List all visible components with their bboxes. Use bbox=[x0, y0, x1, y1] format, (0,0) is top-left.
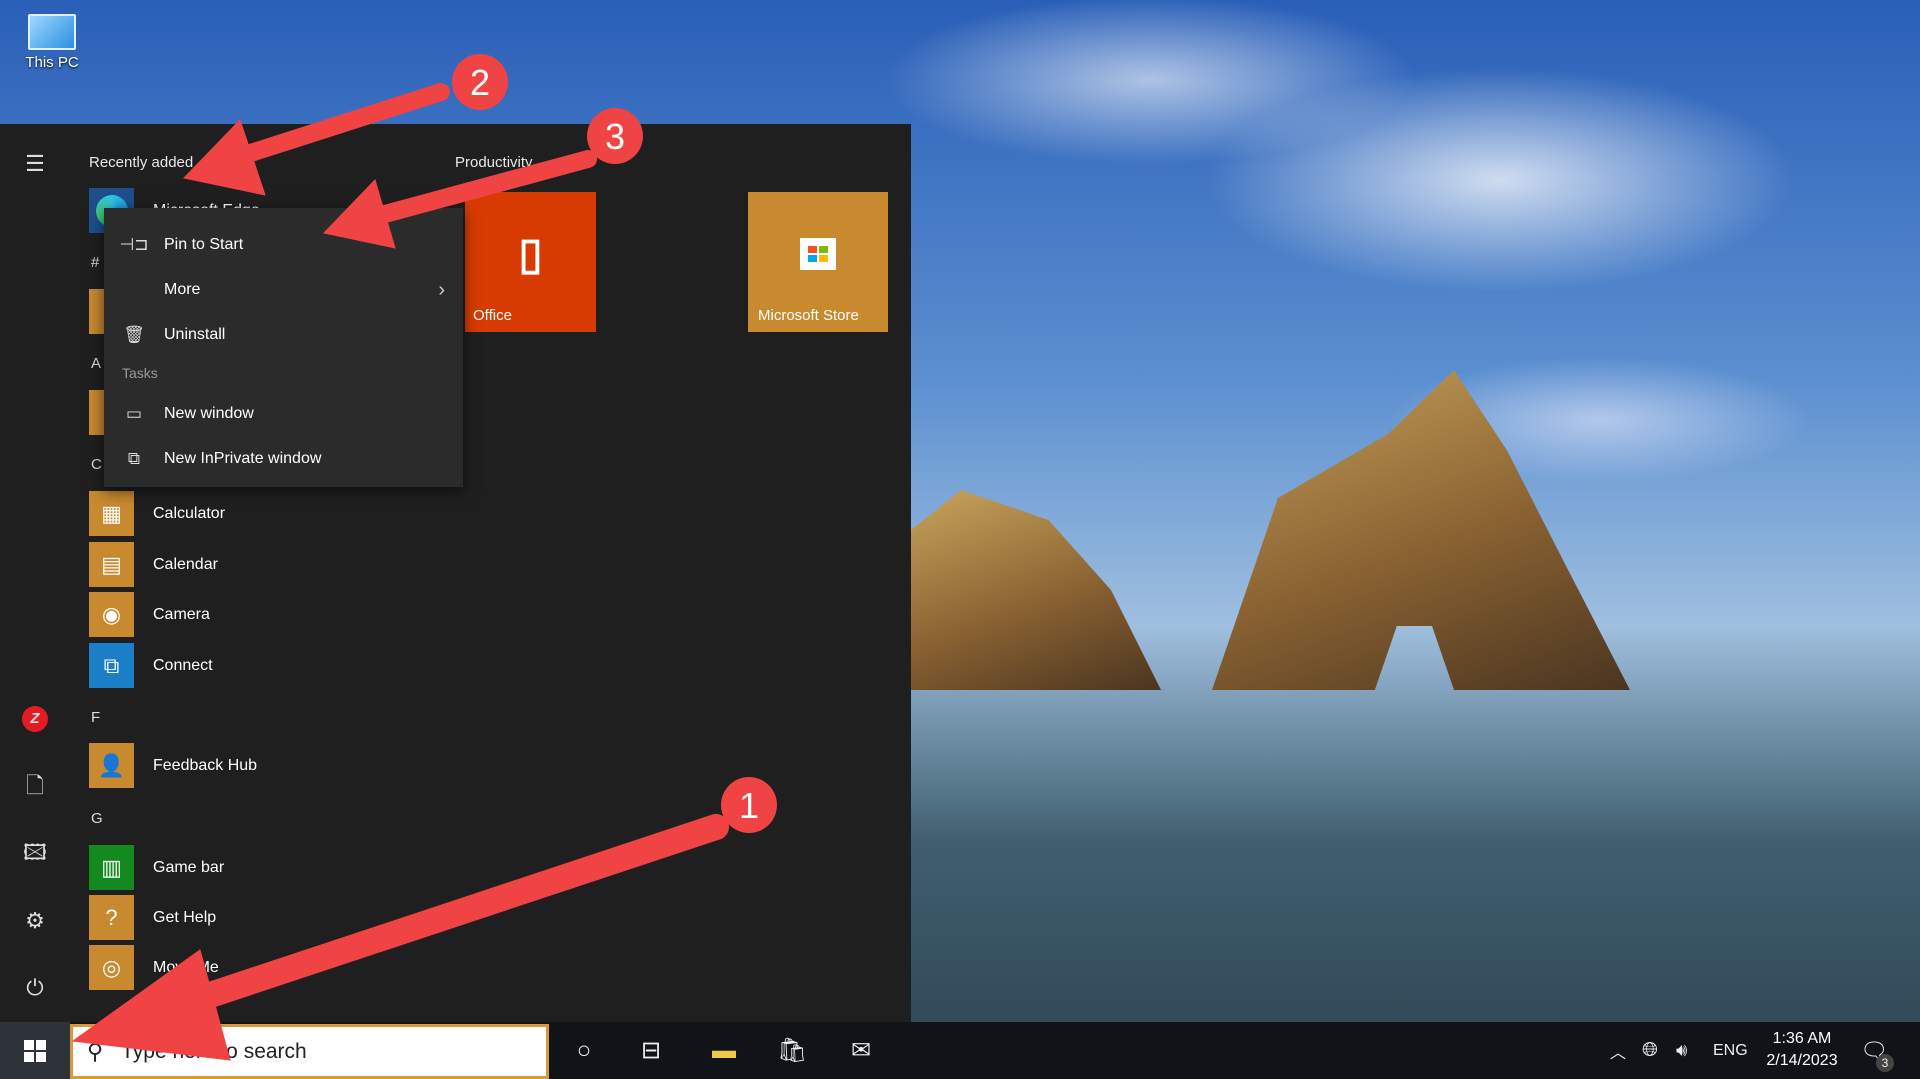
chevron-right-icon: › bbox=[438, 278, 445, 301]
network-globe-icon[interactable]: 🌐︎ bbox=[1642, 1022, 1658, 1079]
app-label: Game bar bbox=[153, 858, 225, 876]
desktop-icon-this-pc[interactable]: This PC bbox=[20, 14, 84, 71]
settings-gear-icon[interactable]: ⚙ bbox=[22, 908, 48, 934]
app-game-bar[interactable]: ▥ Game bar bbox=[89, 845, 224, 890]
menu-item-new-window[interactable]: ▭ New window bbox=[104, 394, 463, 434]
mail-icon[interactable]: ✉ bbox=[846, 1036, 876, 1066]
app-calendar[interactable]: ▤ Calendar bbox=[89, 542, 218, 587]
user-avatar[interactable]: Z bbox=[22, 706, 48, 732]
menu-item-uninstall[interactable]: 🗑 Uninstall bbox=[104, 315, 463, 355]
app-camera[interactable]: ◉ Camera bbox=[89, 592, 210, 637]
store-bag-icon bbox=[800, 237, 836, 270]
group-letter[interactable]: F bbox=[91, 709, 100, 726]
clock[interactable]: 1:36 AM 2/14/2023 bbox=[1760, 1028, 1844, 1072]
rock-formation bbox=[911, 490, 1161, 690]
clock-time: 1:36 AM bbox=[1772, 1030, 1832, 1047]
app-label: Calculator bbox=[153, 504, 226, 522]
search-placeholder: Type here to search bbox=[121, 1039, 307, 1063]
pictures-icon[interactable]: 🖾 bbox=[22, 840, 48, 866]
power-icon[interactable]: ⏻ bbox=[22, 975, 48, 1001]
tile-office[interactable]: ▯ Office bbox=[465, 192, 596, 332]
trash-icon: 🗑 bbox=[123, 325, 145, 344]
productivity-header: Productivity bbox=[455, 154, 533, 171]
group-letter[interactable]: A bbox=[91, 355, 101, 372]
cortana-icon[interactable]: ○ bbox=[569, 1036, 599, 1066]
app-get-help[interactable]: ? Get Help bbox=[89, 895, 216, 940]
app-label: Calendar bbox=[153, 555, 218, 573]
volume-icon[interactable]: 🔊︎ bbox=[1676, 1022, 1687, 1079]
recently-added-header: Recently added bbox=[89, 154, 194, 171]
rock-formation bbox=[1212, 370, 1630, 690]
app-connect[interactable]: ⧉ Connect bbox=[89, 643, 213, 688]
app-label: Connect bbox=[153, 656, 213, 674]
menu-item-label: Uninstall bbox=[164, 326, 226, 343]
calendar-icon: ▤ bbox=[89, 542, 134, 587]
tile-label: Microsoft Store bbox=[758, 307, 859, 324]
tasks-section-label: Tasks bbox=[122, 365, 158, 381]
connect-icon: ⧉ bbox=[89, 643, 134, 688]
menu-item-new-inprivate-window[interactable]: ⧉ New InPrivate window bbox=[104, 439, 463, 479]
hamburger-menu-icon[interactable]: ☰ bbox=[22, 151, 48, 177]
notification-count-badge: 3 bbox=[1876, 1054, 1894, 1072]
language-indicator[interactable]: ENG bbox=[1713, 1022, 1748, 1079]
menu-item-more[interactable]: More › bbox=[104, 270, 463, 310]
app-calculator[interactable]: ▦ Calculator bbox=[89, 491, 225, 536]
tile-label: Office bbox=[473, 307, 512, 324]
start-button[interactable] bbox=[0, 1022, 70, 1079]
camera-icon: ◉ bbox=[89, 592, 134, 637]
start-rail: ☰ Z 🗋 🖾 ⚙ ⏻ bbox=[0, 124, 70, 1022]
menu-item-label: New window bbox=[164, 405, 254, 422]
file-explorer-icon[interactable]: ▬ bbox=[709, 1036, 739, 1066]
gamebar-icon: ▥ bbox=[89, 845, 134, 890]
app-move-me[interactable]: ◎ Move Me bbox=[89, 945, 219, 990]
target-icon: ◎ bbox=[89, 945, 134, 990]
show-hidden-icons-chevron-icon[interactable]: ︿ bbox=[1610, 1022, 1626, 1079]
search-box[interactable]: ⚲ Type here to search bbox=[70, 1024, 549, 1079]
app-feedback-hub[interactable]: 👤 Feedback Hub bbox=[89, 743, 257, 788]
menu-item-pin-to-start[interactable]: ⊣⊐ Pin to Start bbox=[104, 225, 463, 265]
inprivate-icon: ⧉ bbox=[127, 449, 141, 468]
documents-icon[interactable]: 🗋 bbox=[22, 773, 48, 799]
pin-icon: ⊣⊐ bbox=[119, 235, 149, 254]
window-icon: ▭ bbox=[125, 404, 143, 423]
search-icon: ⚲ bbox=[87, 1038, 104, 1064]
calculator-icon: ▦ bbox=[89, 491, 134, 536]
tile-microsoft-store[interactable]: Microsoft Store bbox=[748, 192, 888, 332]
feedback-icon: 👤 bbox=[89, 743, 134, 788]
group-letter[interactable]: C bbox=[91, 456, 102, 473]
app-label: Feedback Hub bbox=[153, 756, 258, 774]
this-pc-icon bbox=[28, 14, 76, 50]
taskbar: ⚲ Type here to search ○ ⊟ ▬ 🛍 ✉ ︿ 🌐︎ 🔊︎ … bbox=[0, 1022, 1920, 1079]
store-icon[interactable]: 🛍 bbox=[777, 1036, 807, 1066]
task-view-icon[interactable]: ⊟ bbox=[636, 1036, 666, 1066]
group-letter[interactable]: G bbox=[91, 810, 103, 827]
desktop-icon-label: This PC bbox=[25, 54, 79, 71]
app-label: Move Me bbox=[153, 958, 219, 976]
menu-item-label: Pin to Start bbox=[164, 236, 244, 253]
context-menu: ⊣⊐ Pin to Start More › 🗑 Uninstall Tasks ▭ N… bbox=[104, 208, 463, 487]
app-label: Get Help bbox=[153, 908, 217, 926]
notifications-icon[interactable]: 🗨︎ 3 bbox=[1860, 1022, 1894, 1079]
menu-item-label: New InPrivate window bbox=[164, 450, 322, 467]
app-label: Camera bbox=[153, 605, 210, 623]
windows-logo-icon bbox=[24, 1039, 46, 1062]
help-icon: ? bbox=[89, 895, 134, 940]
menu-item-label: More bbox=[164, 281, 201, 298]
office-icon: ▯ bbox=[518, 229, 543, 279]
clock-date: 2/14/2023 bbox=[1766, 1052, 1838, 1069]
group-letter[interactable]: # bbox=[91, 254, 99, 271]
